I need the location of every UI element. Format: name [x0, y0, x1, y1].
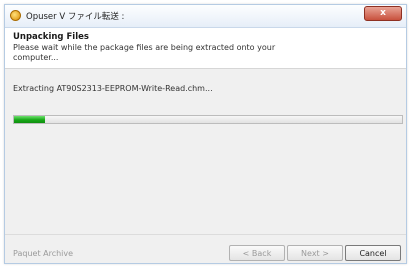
next-button[interactable]: Next > — [287, 245, 343, 261]
app-icon — [10, 10, 21, 21]
header-description: Please wait while the package files are … — [13, 43, 276, 62]
cancel-button[interactable]: Cancel — [345, 245, 401, 261]
back-button[interactable]: < Back — [229, 245, 285, 261]
close-button[interactable]: x — [364, 6, 402, 21]
footer-label: Paquet Archive — [13, 249, 74, 258]
title-bar[interactable]: Opuser V ファイル転送 : x — [5, 5, 406, 28]
window-title: Opuser V ファイル転送 : — [26, 12, 125, 22]
footer-divider — [5, 234, 406, 235]
wizard-header: Unpacking Files Please wait while the pa… — [5, 28, 406, 69]
header-title: Unpacking Files — [13, 32, 89, 42]
progress-bar-fill — [14, 116, 46, 123]
extraction-status: Extracting AT90S2313-EEPROM-Write-Read.c… — [13, 84, 213, 93]
progress-bar — [13, 115, 403, 124]
installer-window: Opuser V ファイル転送 : x Unpacking Files Plea… — [4, 4, 407, 264]
